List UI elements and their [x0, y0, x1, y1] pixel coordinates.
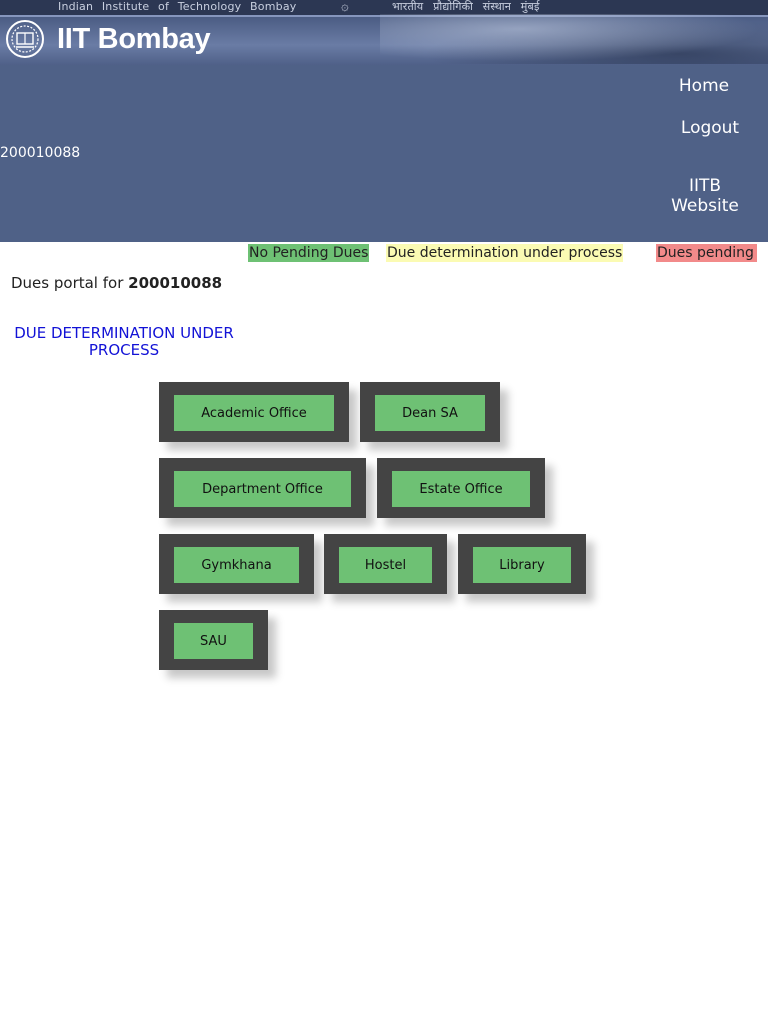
header-panel [0, 65, 768, 242]
legend-dues-pending: Dues pending [656, 244, 757, 262]
office-tile-dean-sa[interactable]: Dean SA [360, 382, 500, 442]
iitb-seal-icon [6, 20, 44, 58]
institute-name-hindi: भारतीय प्रौद्योगिकी संस्थान मुंबई [392, 0, 540, 13]
office-tile-academic-office[interactable]: Academic Office [159, 382, 349, 442]
institute-name-english: Indian Institute of Technology Bombay [58, 0, 297, 13]
gymkhana-button[interactable]: Gymkhana [174, 547, 299, 583]
logout-link[interactable]: Logout [671, 118, 749, 138]
office-tile-hostel[interactable]: Hostel [324, 534, 447, 594]
portal-heading: Dues portal for 200010088 [11, 274, 222, 292]
site-banner: Indian Institute of Technology Bombay ۞ … [0, 0, 768, 65]
iitb-logo-text: IIT Bombay [57, 23, 211, 55]
legend-under-process: Due determination under process [386, 244, 624, 262]
sau-button[interactable]: SAU [174, 623, 253, 659]
header-user-id: 200010088 [0, 145, 81, 161]
banner-building-image [380, 14, 768, 64]
portal-label: Dues portal for [11, 274, 124, 292]
office-tile-sau[interactable]: SAU [159, 610, 268, 670]
office-tile-gymkhana[interactable]: Gymkhana [159, 534, 314, 594]
office-tile-estate-office[interactable]: Estate Office [377, 458, 545, 518]
dean-sa-button[interactable]: Dean SA [375, 395, 485, 431]
home-link[interactable]: Home [665, 76, 743, 96]
hostel-button[interactable]: Hostel [339, 547, 432, 583]
academic-office-button[interactable]: Academic Office [174, 395, 334, 431]
library-button[interactable]: Library [473, 547, 571, 583]
office-tile-department-office[interactable]: Department Office [159, 458, 366, 518]
iitb-website-link[interactable]: IITB Website [660, 176, 750, 216]
office-tile-library[interactable]: Library [458, 534, 586, 594]
estate-office-button[interactable]: Estate Office [392, 471, 530, 507]
overall-status: DUE DETERMINATION UNDER PROCESS [14, 324, 234, 359]
portal-roll-number: 200010088 [128, 274, 223, 292]
department-office-button[interactable]: Department Office [174, 471, 351, 507]
legend-no-pending-dues: No Pending Dues [248, 244, 370, 262]
gear-icon: ۞ [341, 0, 349, 14]
